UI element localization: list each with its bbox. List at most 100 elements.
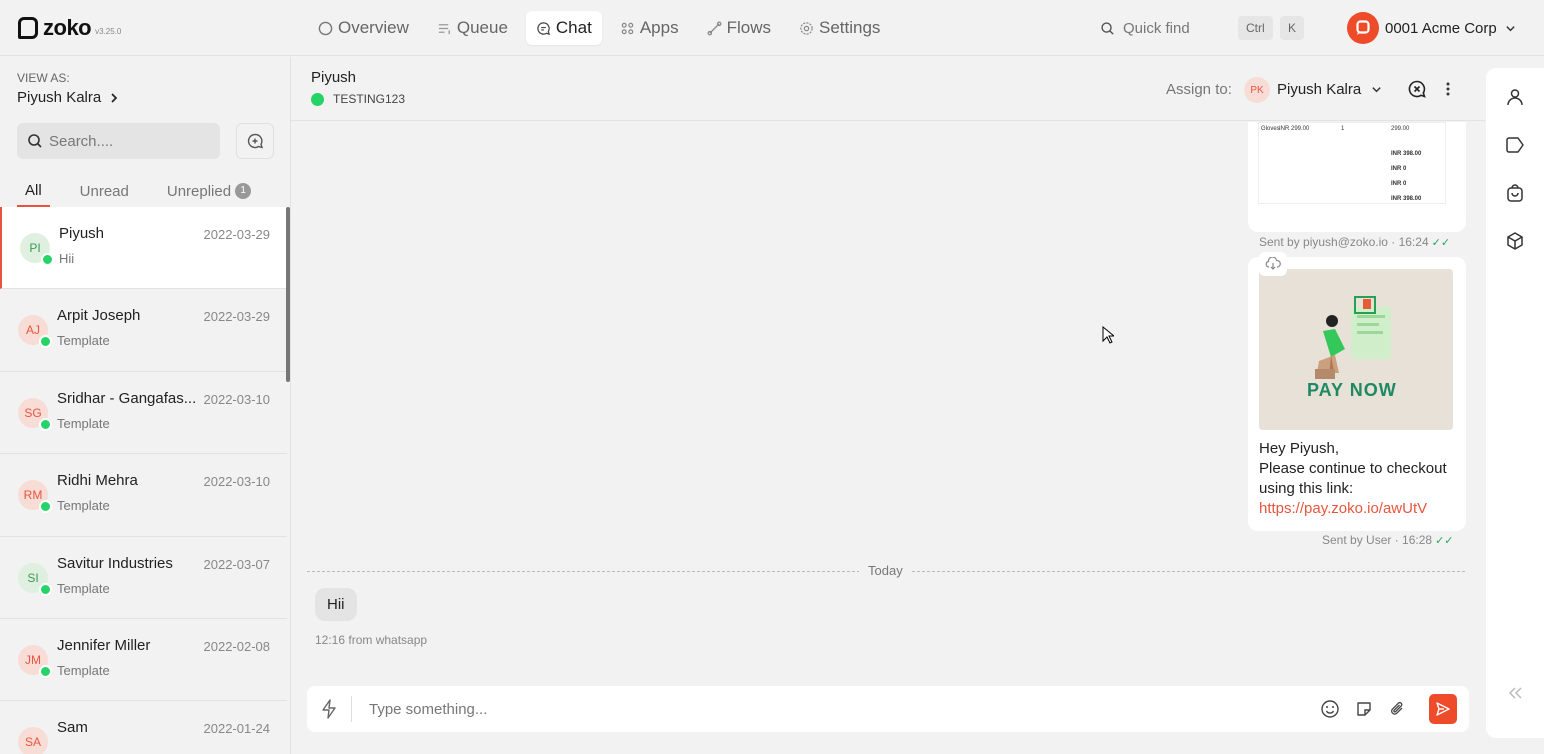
- whatsapp-icon: [39, 664, 52, 678]
- nav-overview[interactable]: Overview: [308, 11, 419, 45]
- nav-chat[interactable]: Chat: [525, 11, 602, 45]
- chat-list-item[interactable]: PI Piyush 2022-03-29 Hii: [0, 207, 287, 290]
- view-as-selector[interactable]: Piyush Kalra: [17, 89, 119, 106]
- avatar: PI: [20, 233, 54, 266]
- chevrons-left-icon: [1508, 687, 1522, 699]
- message-meta: Sent by User · 16:28 ✓✓: [1322, 533, 1454, 547]
- chat-preview: Template: [57, 333, 110, 349]
- chat-date: 2022-02-08: [203, 638, 271, 654]
- whatsapp-icon: [39, 582, 52, 596]
- emoji-button[interactable]: [1319, 698, 1341, 720]
- close-conversation-button[interactable]: [1406, 78, 1428, 100]
- nav-apps[interactable]: Apps: [610, 11, 689, 45]
- payment-line-2: Please continue to checkout using this l…: [1259, 460, 1447, 497]
- contact-profile-button[interactable]: [1503, 85, 1527, 109]
- invoice-qty: 1: [1341, 126, 1345, 132]
- avatar: SG: [18, 397, 52, 431]
- sticker-button[interactable]: [1353, 698, 1375, 720]
- more-vertical-icon: [1446, 82, 1450, 96]
- nav-flows[interactable]: Flows: [697, 11, 781, 45]
- chat-list-item[interactable]: SG Sridhar - Gangafas... 2022-03-10 Temp…: [0, 372, 287, 455]
- close-chat-icon: [1408, 80, 1426, 98]
- message-area: Gloves INR 299.00 1 299.00 INR 398.00 IN…: [291, 122, 1481, 677]
- invoice-message[interactable]: Gloves INR 299.00 1 299.00 INR 398.00 IN…: [1248, 122, 1466, 232]
- whatsapp-icon: [39, 335, 52, 349]
- chat-date: 2022-03-10: [203, 391, 271, 407]
- avatar-initials: SI: [27, 570, 39, 585]
- quick-find[interactable]: Quick find Ctrl K: [1090, 11, 1310, 45]
- payment-link-message[interactable]: PAY NOW Hey Piyush, Please continue to c…: [1248, 257, 1466, 531]
- chat-list-item[interactable]: AJ Arpit Joseph 2022-03-29 Template: [0, 289, 287, 372]
- avatar-initials: JM: [25, 652, 41, 667]
- whatsapp-icon: [39, 417, 52, 431]
- cube-icon: [1507, 232, 1523, 250]
- assignee-name: Piyush Kalra: [1277, 81, 1362, 98]
- mouse-cursor-icon: [1102, 326, 1114, 344]
- tab-all[interactable]: All: [17, 175, 50, 207]
- tab-all-label: All: [25, 181, 42, 199]
- top-bar: zoko v3.25.0 Overview Queue Chat Apps Fl…: [0, 0, 1544, 56]
- circle-icon: [318, 21, 333, 36]
- invoice-price: INR 299.00: [1279, 126, 1310, 132]
- chat-list-item[interactable]: JM Jennifer Miller 2022-02-08 Template: [0, 619, 287, 702]
- tags-button[interactable]: [1503, 133, 1527, 157]
- collapse-rail-button[interactable]: [1503, 681, 1527, 705]
- search-icon: [27, 133, 43, 149]
- org-avatar: [1347, 12, 1379, 44]
- message-meta-text: Sent by User · 16:28: [1322, 533, 1433, 547]
- more-options-button[interactable]: [1437, 78, 1459, 100]
- products-button[interactable]: [1503, 229, 1527, 253]
- invoice-image: Gloves INR 299.00 1 299.00 INR 398.00 IN…: [1258, 122, 1446, 204]
- chat-preview: Template: [57, 580, 110, 596]
- flows-icon: [707, 21, 722, 36]
- avatar-initials: RM: [23, 488, 43, 503]
- tab-unreplied[interactable]: Unreplied 1: [159, 175, 259, 207]
- shopping-bag-icon: [1507, 184, 1523, 202]
- zoko-logo-icon: [18, 17, 38, 39]
- chat-date: 2022-03-29: [203, 309, 271, 325]
- message-input[interactable]: [369, 697, 1269, 721]
- shortcut-ctrl: Ctrl: [1238, 16, 1273, 40]
- chat-contact-name: Piyush: [59, 225, 105, 242]
- quick-reply-button[interactable]: [319, 698, 339, 723]
- new-chat-button[interactable]: [236, 123, 274, 159]
- avatar-initials: SG: [24, 405, 42, 420]
- download-button[interactable]: [1259, 252, 1287, 276]
- gear-icon: [799, 21, 814, 36]
- chat-list-item[interactable]: SI Savitur Industries 2022-03-07 Templat…: [0, 537, 287, 619]
- chat-list-item[interactable]: RM Ridhi Mehra 2022-03-10 Template: [0, 454, 287, 537]
- org-switcher[interactable]: 0001 Acme Corp: [1347, 11, 1516, 45]
- assignee-dropdown[interactable]: Piyush Kalra: [1277, 81, 1382, 98]
- logo-text: zoko: [43, 15, 92, 40]
- chat-list-scrollbar[interactable]: [286, 207, 290, 382]
- attach-button[interactable]: [1387, 698, 1409, 720]
- payment-link[interactable]: https://pay.zoko.io/awUtV: [1259, 499, 1459, 519]
- logo[interactable]: zoko v3.25.0: [18, 14, 121, 42]
- date-divider-label: Today: [859, 563, 912, 578]
- nav-queue[interactable]: Queue: [427, 11, 518, 45]
- tab-unreplied-label: Unreplied: [166, 182, 232, 200]
- chat-contact-name: Sridhar - Gangafas...: [57, 389, 197, 407]
- tab-unread[interactable]: Unread: [72, 175, 137, 207]
- right-rail: [1486, 68, 1544, 738]
- incoming-message[interactable]: Hii: [315, 588, 357, 621]
- search-box: [17, 123, 220, 159]
- paperclip-icon: [1391, 701, 1403, 715]
- search-input[interactable]: [49, 132, 209, 150]
- send-button[interactable]: [1429, 694, 1457, 724]
- chat-contact-name: Ridhi Mehra: [57, 472, 138, 490]
- shop-button[interactable]: [1503, 181, 1527, 205]
- chevron-right-icon: [109, 92, 119, 104]
- view-as-label: VIEW AS:: [17, 71, 70, 85]
- whatsapp-icon: [41, 253, 54, 266]
- cloud-download-icon: [1265, 257, 1281, 270]
- search-icon: [1100, 21, 1115, 36]
- avatar: SI: [18, 562, 52, 596]
- nav-settings[interactable]: Settings: [789, 11, 890, 45]
- assign-label: Assign to:: [1166, 81, 1232, 98]
- nav-overview-label: Overview: [338, 18, 409, 37]
- conversation-sidebar: VIEW AS: Piyush Kalra All Unread Unrepli…: [0, 57, 291, 754]
- chat-list-item[interactable]: SA Sam 2022-01-24: [0, 701, 287, 754]
- invoice-row-total: 299.00: [1391, 126, 1410, 132]
- double-check-icon: ✓✓: [1435, 535, 1454, 547]
